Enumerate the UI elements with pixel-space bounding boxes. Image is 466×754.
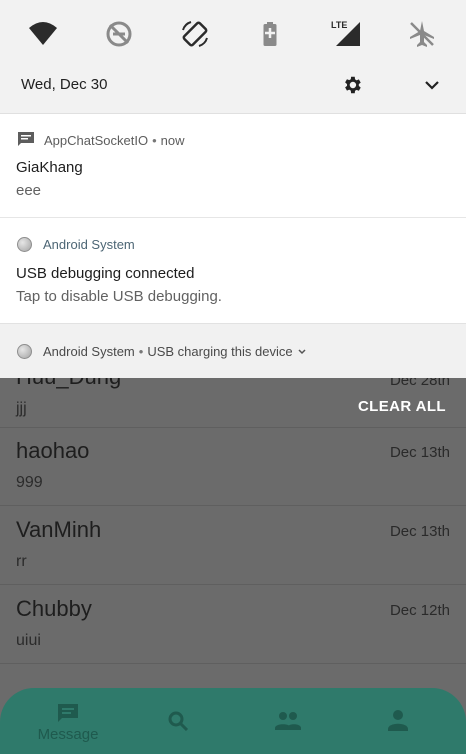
notification-header: Android System — [17, 237, 135, 252]
notification-header: Android System • USB charging this devic… — [17, 344, 307, 359]
chevron-down-icon[interactable] — [423, 76, 441, 94]
usb-debugging-notification[interactable]: Android System USB debugging connected T… — [0, 217, 466, 323]
notification-text: Tap to disable USB debugging. — [16, 288, 222, 305]
chat-list-item[interactable]: VanMinh rr Dec 13th — [0, 507, 466, 585]
battery-icon[interactable] — [254, 18, 286, 50]
nav-search[interactable] — [128, 688, 228, 754]
airplane-mode-icon[interactable] — [406, 18, 438, 50]
chat-name: VanMinh — [16, 517, 102, 542]
wifi-icon[interactable] — [27, 18, 59, 50]
notification-app-name: Android System — [43, 344, 135, 359]
message-icon — [58, 704, 78, 722]
chat-name: Chubby — [16, 596, 92, 621]
dnd-icon[interactable] — [103, 18, 135, 50]
notification-header: AppChatSocketIO • now — [17, 131, 184, 149]
people-icon — [275, 712, 301, 730]
notification-shade: LTE Wed, Dec 30 AppChatSocketIO • now Gi… — [0, 0, 466, 378]
notification-time: now — [160, 132, 185, 148]
person-icon — [388, 710, 408, 731]
notification-app-name: Android System — [43, 237, 135, 252]
notification-title: GiaKhang — [16, 159, 83, 176]
mobile-data-icon[interactable]: LTE — [330, 18, 362, 50]
usb-charging-notification[interactable]: Android System • USB charging this devic… — [0, 323, 466, 378]
notification-app-name: AppChatSocketIO — [44, 132, 149, 148]
nav-friends[interactable] — [238, 688, 338, 754]
android-system-icon — [17, 237, 32, 252]
chat-date: Dec 12th — [389, 602, 450, 619]
clear-all-button[interactable]: CLEAR ALL — [358, 398, 446, 415]
chat-list-item[interactable]: haohao 999 Dec 13th — [0, 428, 466, 506]
quick-settings-panel: LTE Wed, Dec 30 — [0, 0, 466, 113]
auto-rotate-icon[interactable] — [179, 18, 211, 50]
chat-date: Dec 13th — [389, 523, 450, 540]
chat-last-message: jjj — [16, 400, 27, 417]
chat-last-message: rr — [16, 553, 27, 570]
chat-app-icon — [18, 132, 34, 146]
notification-title: USB debugging connected — [16, 265, 195, 282]
lte-label: LTE — [331, 20, 347, 30]
chat-name: haohao — [16, 438, 90, 463]
nav-profile[interactable] — [348, 688, 448, 754]
chat-date: Dec 13th — [389, 444, 450, 461]
nav-message[interactable]: Message — [18, 688, 118, 754]
chat-last-message: 999 — [16, 474, 43, 491]
expand-chevron-icon[interactable] — [297, 347, 307, 357]
shade-date: Wed, Dec 30 — [21, 76, 108, 93]
separator-dot: • — [138, 344, 144, 359]
chat-notification[interactable]: AppChatSocketIO • now GiaKhang eee — [0, 113, 466, 217]
chat-list-item[interactable]: Chubby uiui Dec 12th — [0, 586, 466, 664]
nav-message-label: Message — [37, 726, 99, 743]
gear-icon[interactable] — [341, 74, 363, 96]
chat-last-message: uiui — [16, 632, 41, 649]
bottom-navigation: Message — [0, 688, 466, 754]
search-icon — [168, 711, 189, 732]
separator-dot: • — [152, 132, 157, 148]
notification-summary: USB charging this device — [147, 344, 293, 359]
android-system-icon — [17, 344, 32, 359]
notification-text: eee — [16, 182, 42, 199]
